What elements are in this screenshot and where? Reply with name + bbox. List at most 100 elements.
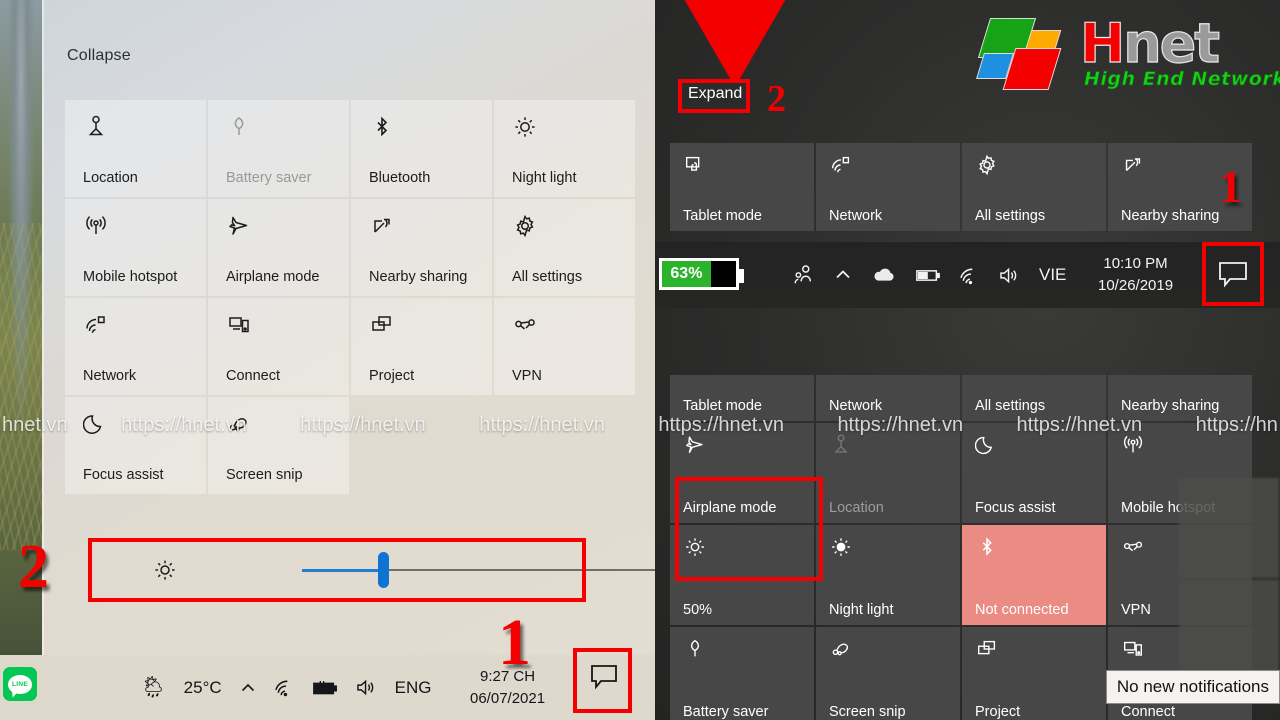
weather-icon[interactable]: 🌦 xyxy=(140,676,167,700)
tile-row: Mobile hotspot Airplane mode Nearby shar… xyxy=(65,199,635,296)
tile-connect[interactable]: Connect xyxy=(208,298,349,395)
tile-label: Nearby sharing xyxy=(369,269,468,285)
tile-battery-saver[interactable]: Battery saver xyxy=(670,627,814,720)
collapse-button[interactable]: Collapse xyxy=(67,47,131,65)
battery-charging-icon[interactable] xyxy=(312,679,338,697)
clock-date: 06/07/2021 xyxy=(470,689,546,707)
tile-network[interactable]: Network xyxy=(816,375,960,421)
weather-temp[interactable]: 25°C xyxy=(184,678,222,698)
tile-label: Battery saver xyxy=(226,170,312,186)
battery-percent-indicator[interactable]: 63% xyxy=(659,258,744,290)
tile-label: VPN xyxy=(1121,602,1151,618)
brightness-icon xyxy=(829,535,853,559)
taskbar-light: LINE 🌦 25°C ENG 9:27 CH 06/07/2021 xyxy=(0,655,655,720)
tile-all-settings[interactable]: All settings xyxy=(962,375,1106,421)
slider-thumb[interactable] xyxy=(378,552,389,588)
cloud-icon[interactable] xyxy=(871,265,897,285)
show-hidden-icons-chevron[interactable] xyxy=(833,266,853,284)
tile-label: Tablet mode xyxy=(683,208,762,224)
tile-airplane-mode[interactable]: Airplane mode xyxy=(670,423,814,523)
tile-brightness[interactable]: 50% xyxy=(670,525,814,625)
share-icon xyxy=(369,213,395,239)
volume-icon[interactable] xyxy=(998,266,1021,285)
tile-row: Focus assist Screen snip xyxy=(65,397,635,494)
tile-airplane-mode[interactable]: Airplane mode xyxy=(208,199,349,296)
project-icon xyxy=(369,312,395,338)
tablet-icon xyxy=(683,153,707,177)
wifi-icon[interactable] xyxy=(274,678,295,697)
tile-label: Location xyxy=(83,170,138,186)
left-screenshot-panel: Collapse Location Battery saver Bluetoot… xyxy=(0,0,655,720)
connect-icon xyxy=(226,312,252,338)
notification-tooltip: No new notifications xyxy=(1105,670,1280,704)
tile-nearby-sharing[interactable]: Nearby sharing xyxy=(1108,375,1252,421)
notification-icon xyxy=(1219,262,1247,288)
leaf-icon xyxy=(226,114,252,140)
tile-mobile-hotspot[interactable]: Mobile hotspot xyxy=(65,199,206,296)
tile-all-settings[interactable]: All settings xyxy=(962,143,1106,231)
tile-label: Battery saver xyxy=(683,704,769,720)
connect-icon xyxy=(1121,637,1145,661)
brightness-icon xyxy=(152,557,178,583)
tile-tablet-mode[interactable]: Tablet mode xyxy=(670,143,814,231)
tile-vpn[interactable]: VPN xyxy=(494,298,635,395)
clock-dark[interactable]: 10:10 PM 10/26/2019 xyxy=(1098,242,1173,308)
hnet-logo: Hnet High End Network xyxy=(972,8,1280,96)
quick-actions-grid-light: Location Battery saver Bluetooth Night l… xyxy=(65,100,635,496)
show-hidden-icons-chevron[interactable] xyxy=(239,679,257,697)
tile-location[interactable]: Location xyxy=(65,100,206,197)
annotation-number-1-left: 1 xyxy=(498,606,531,679)
tile-tablet-mode[interactable]: Tablet mode xyxy=(670,375,814,421)
tile-all-settings[interactable]: All settings xyxy=(494,199,635,296)
language-indicator[interactable]: ENG xyxy=(395,678,432,698)
tile-label: Nearby sharing xyxy=(1121,398,1220,414)
tile-focus-assist[interactable]: Focus assist xyxy=(962,423,1106,523)
annotation-box-notification-right[interactable] xyxy=(1202,242,1264,306)
brightness-icon xyxy=(683,535,707,559)
people-icon[interactable] xyxy=(791,264,815,286)
tile-battery-saver[interactable]: Battery saver xyxy=(208,100,349,197)
snip-icon xyxy=(829,637,853,661)
tile-label: Mobile hotspot xyxy=(83,269,178,285)
wifi-icon[interactable] xyxy=(959,266,980,285)
tile-label: Connect xyxy=(226,368,281,384)
logo-mark xyxy=(976,18,1072,90)
slider-fill xyxy=(302,569,384,572)
gear-icon xyxy=(975,153,999,177)
line-app-icon[interactable]: LINE xyxy=(3,667,37,701)
brightness-slider-row[interactable] xyxy=(130,538,655,602)
logo-wordmark: Hnet xyxy=(1079,11,1221,75)
system-tray-light: 🌦 25°C ENG xyxy=(140,655,432,720)
tile-screen-snip[interactable]: Screen snip xyxy=(208,397,349,494)
tile-bluetooth[interactable]: Bluetooth xyxy=(351,100,492,197)
tile-project[interactable]: Project xyxy=(351,298,492,395)
tile-nearby-sharing[interactable]: Nearby sharing xyxy=(351,199,492,296)
tile-focus-assist[interactable]: Focus assist xyxy=(65,397,206,494)
clock-date: 10/26/2019 xyxy=(1098,277,1174,294)
notification-icon-left[interactable] xyxy=(589,662,619,690)
logo-net: net xyxy=(1123,11,1221,75)
airplane-icon xyxy=(226,213,252,239)
tile-night-light[interactable]: Night light xyxy=(816,525,960,625)
tile-row: Tablet mode Network All settings Nearby … xyxy=(670,375,1270,421)
tile-label: Focus assist xyxy=(83,467,164,483)
brightness-slider[interactable] xyxy=(302,552,655,588)
location-icon xyxy=(829,433,853,457)
battery-icon[interactable] xyxy=(915,267,941,284)
tile-label: Screen snip xyxy=(226,467,303,483)
tile-label: Bluetooth xyxy=(369,170,431,186)
language-indicator[interactable]: VIE xyxy=(1039,265,1066,285)
volume-icon[interactable] xyxy=(355,678,378,697)
tile-label: Focus assist xyxy=(975,500,1056,516)
tile-network[interactable]: Network xyxy=(65,298,206,395)
moon-icon xyxy=(975,433,999,457)
tile-location[interactable]: Location xyxy=(816,423,960,523)
tile-night-light[interactable]: Night light xyxy=(494,100,635,197)
moon-icon xyxy=(83,411,109,437)
tile-bluetooth-not-connected[interactable]: Not connected xyxy=(962,525,1106,625)
tile-network[interactable]: Network xyxy=(816,143,960,231)
tile-project[interactable]: Project xyxy=(962,627,1106,720)
action-center-light: Collapse Location Battery saver Bluetoot… xyxy=(42,0,655,655)
annotation-arrow-down xyxy=(680,0,790,87)
tile-screen-snip[interactable]: Screen snip xyxy=(816,627,960,720)
